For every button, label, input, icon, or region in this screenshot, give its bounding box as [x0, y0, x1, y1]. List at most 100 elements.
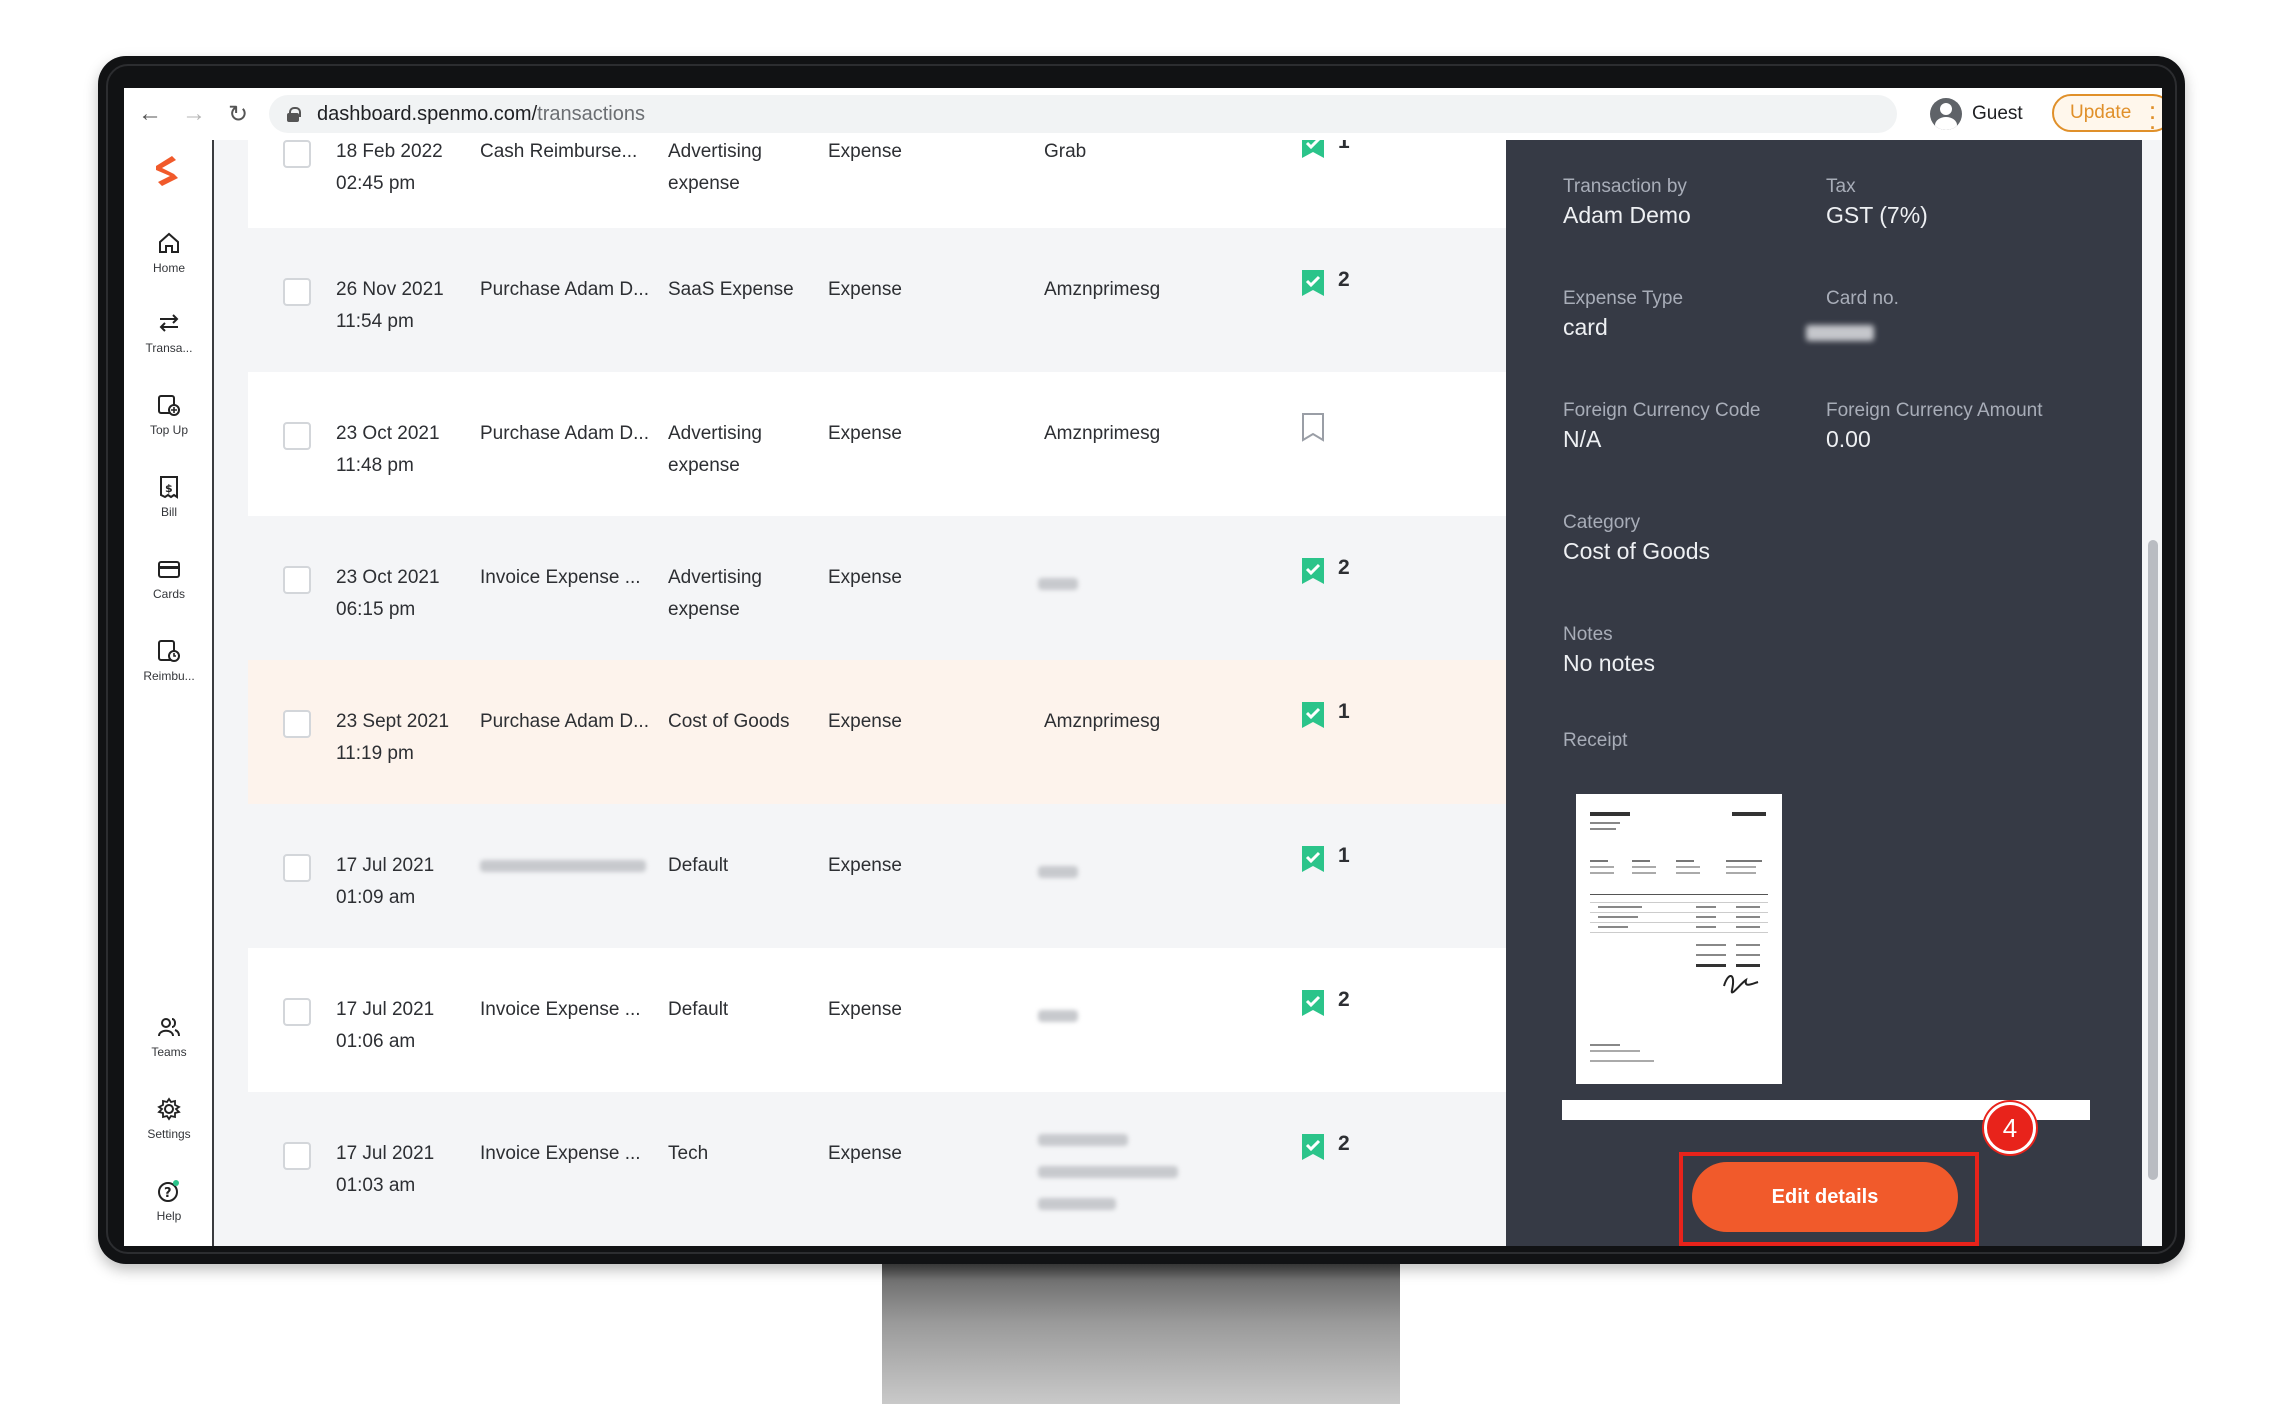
row-type: Expense — [828, 855, 902, 876]
row-merchant-redacted — [1038, 866, 1078, 878]
sidebar: Home Transa... Top Up $ Bill Cards Reimbu... Te… — [124, 140, 214, 1246]
svg-text:?: ? — [164, 1186, 172, 1201]
svg-text:$: $ — [165, 482, 173, 495]
row-time: 11:54 pm — [336, 311, 414, 332]
sidebar-item-teams[interactable]: Teams — [124, 1012, 214, 1074]
sidebar-item-label: Cards — [152, 587, 185, 601]
row-description: Invoice Expense ... — [480, 1143, 641, 1164]
foreign-currency-code-label: Foreign Currency Code — [1563, 400, 1761, 421]
table-row[interactable]: 17 Jul 2021 01:03 am Invoice Expense ... Te… — [248, 1092, 1506, 1237]
row-checkbox[interactable] — [283, 854, 311, 882]
row-type: Expense — [828, 141, 902, 162]
row-description: Purchase Adam D... — [480, 423, 649, 444]
more-vertical-icon[interactable]: · · · — [2150, 99, 2156, 137]
foreign-currency-amount-value: 0.00 — [1826, 426, 1871, 452]
row-category: Advertising — [668, 423, 762, 444]
row-checkbox[interactable] — [283, 566, 311, 594]
table-row[interactable]: 23 Oct 2021 06:15 pm Invoice Expense ... Ad… — [248, 516, 1506, 661]
row-checkbox[interactable] — [283, 140, 311, 168]
profile-label: Guest — [1972, 103, 2023, 124]
row-time: 11:19 pm — [336, 743, 414, 764]
home-icon — [154, 228, 184, 258]
receipt-count: 2 — [1338, 1132, 1350, 1155]
receipt-attached-icon[interactable] — [1300, 140, 1326, 160]
row-checkbox[interactable] — [283, 1142, 311, 1170]
row-checkbox[interactable] — [283, 422, 311, 450]
row-merchant: Grab — [1044, 141, 1087, 162]
row-merchant: Amznprimesg — [1044, 711, 1161, 732]
table-row[interactable]: 17 Jul 2021 01:09 am Default Expense 1 — [248, 804, 1506, 949]
receipt-missing-icon[interactable] — [1300, 412, 1326, 442]
row-checkbox[interactable] — [283, 278, 311, 306]
receipt-attached-icon[interactable] — [1300, 988, 1326, 1018]
sidebar-item-help[interactable]: ? Help — [124, 1176, 214, 1238]
sidebar-item-settings[interactable]: Settings — [124, 1094, 214, 1156]
row-merchant: Amznprimesg — [1044, 279, 1161, 300]
avatar-icon — [1930, 98, 1962, 130]
receipt-attached-icon[interactable] — [1300, 268, 1326, 298]
row-date: 23 Sept 2021 — [336, 711, 450, 732]
row-date: 17 Jul 2021 — [336, 1143, 435, 1164]
tax-value: GST (7%) — [1826, 202, 1928, 228]
foreign-currency-code-value: N/A — [1563, 426, 1602, 452]
update-label: Update — [2070, 102, 2132, 123]
row-category-line2: expense — [668, 173, 740, 194]
sidebar-item-home[interactable]: Home — [124, 228, 214, 290]
row-date: 26 Nov 2021 — [336, 279, 444, 300]
table-row[interactable]: 23 Oct 2021 11:48 pm Purchase Adam D... Adv… — [248, 372, 1506, 517]
receipt-attached-icon[interactable] — [1300, 1132, 1326, 1162]
back-arrow-icon[interactable]: ← — [128, 92, 172, 136]
help-icon: ? — [154, 1176, 184, 1206]
table-row[interactable]: 17 Jul 2021 01:06 am Invoice Expense ... De… — [248, 948, 1506, 1093]
teams-icon — [154, 1012, 184, 1042]
table-row[interactable]: 26 Nov 2021 11:54 pm Purchase Adam D... Saa… — [248, 228, 1506, 373]
sidebar-item-label: Settings — [147, 1127, 191, 1141]
row-checkbox[interactable] — [283, 710, 311, 738]
card-icon — [154, 554, 184, 584]
profile-button[interactable]: Guest — [1930, 96, 2023, 132]
address-bar[interactable]: dashboard.spenmo.com/ transactions — [269, 95, 1897, 133]
row-category: Cost of Goods — [668, 711, 790, 732]
row-type: Expense — [828, 999, 902, 1020]
edit-details-button[interactable]: Edit details — [1692, 1162, 1958, 1232]
row-category: Advertising — [668, 567, 762, 588]
lock-icon — [287, 106, 301, 122]
sidebar-item-bill[interactable]: $ Bill — [124, 472, 214, 534]
spenmo-logo[interactable] — [152, 152, 182, 188]
row-description: Purchase Adam D... — [480, 711, 649, 732]
reimbursement-icon — [154, 636, 184, 666]
row-type: Expense — [828, 1143, 902, 1164]
top-up-icon — [154, 390, 184, 420]
panel-scrollbar-thumb[interactable] — [2148, 540, 2158, 1180]
transfer-icon — [154, 308, 184, 338]
table-row[interactable]: 23 Sept 2021 11:19 pm Purchase Adam D... Co… — [248, 660, 1506, 805]
row-category-line2: expense — [668, 599, 740, 620]
row-checkbox[interactable] — [283, 998, 311, 1026]
row-description: Cash Reimburse... — [480, 141, 638, 162]
transaction-by-value: Adam Demo — [1563, 202, 1691, 228]
receipt-thumbnail[interactable] — [1576, 794, 1782, 1084]
row-merchant-redacted — [1038, 1010, 1078, 1022]
row-description: Invoice Expense ... — [480, 999, 641, 1020]
update-button[interactable]: Update · · · — [2052, 94, 2162, 137]
sidebar-item-card[interactable]: Cards — [124, 554, 214, 616]
card-number-redacted — [1806, 325, 1874, 341]
reload-icon[interactable]: ↻ — [216, 92, 260, 136]
receipt-attached-icon[interactable] — [1300, 556, 1326, 586]
browser-toolbar: ← → ↻ dashboard.spenmo.com/ transactions… — [124, 88, 2162, 140]
url-path: transactions — [537, 102, 645, 125]
foreign-currency-amount-label: Foreign Currency Amount — [1826, 400, 2043, 421]
sidebar-item-transfer[interactable]: Transa... — [124, 308, 214, 370]
sidebar-item-top-up[interactable]: Top Up — [124, 390, 214, 452]
expense-type-label: Expense Type — [1563, 288, 1684, 309]
expense-type-value: card — [1563, 314, 1608, 340]
receipt-attached-icon[interactable] — [1300, 844, 1326, 874]
row-description: Purchase Adam D... — [480, 279, 649, 300]
forward-arrow-icon[interactable]: → — [172, 92, 216, 136]
sidebar-item-label: Transa... — [145, 341, 193, 355]
table-row[interactable]: 18 Feb 2022 02:45 pm Cash Reimburse... Adve… — [248, 140, 1506, 235]
receipt-attached-icon[interactable] — [1300, 700, 1326, 730]
transactions-table: 18 Feb 2022 02:45 pm Cash Reimburse... Adve… — [248, 140, 1506, 1246]
sidebar-item-reimbursement[interactable]: Reimbu... — [124, 636, 214, 698]
sidebar-item-label: Help — [156, 1209, 182, 1223]
